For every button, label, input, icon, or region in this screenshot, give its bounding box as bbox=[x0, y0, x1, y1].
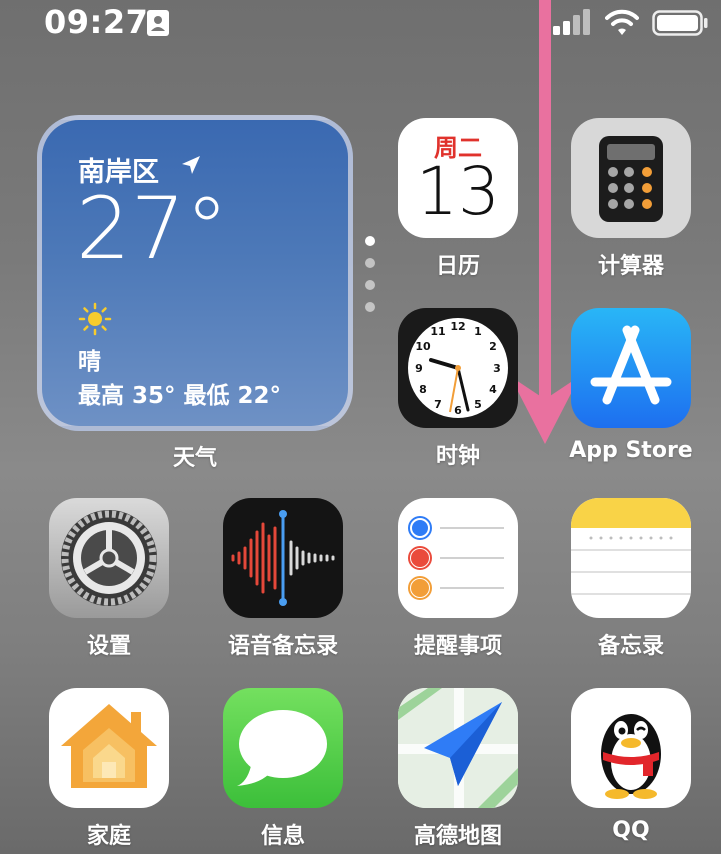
svg-text:8: 8 bbox=[419, 383, 427, 396]
settings-app-icon[interactable] bbox=[49, 498, 169, 618]
svg-text:5: 5 bbox=[474, 398, 482, 411]
amap-app-icon[interactable] bbox=[398, 688, 518, 808]
svg-text:10: 10 bbox=[415, 340, 431, 353]
status-bar: 09:27 bbox=[0, 0, 721, 50]
page-dot bbox=[365, 280, 375, 290]
voice-memos-app-icon[interactable] bbox=[223, 498, 343, 618]
battery-icon bbox=[652, 10, 708, 36]
home-app-label: 家庭 bbox=[86, 824, 131, 849]
sun-icon bbox=[78, 302, 112, 336]
waveform-icon bbox=[231, 510, 335, 606]
home-app-icon[interactable] bbox=[49, 688, 169, 808]
app-store-app-icon[interactable] bbox=[571, 308, 691, 428]
calendar-day: 13 bbox=[416, 153, 500, 230]
calculator-icon bbox=[599, 136, 663, 222]
messages-app-icon[interactable] bbox=[223, 688, 343, 808]
reminders-app-label: 提醒事项 bbox=[413, 634, 502, 659]
svg-text:12: 12 bbox=[450, 320, 465, 333]
status-time: 09:27 bbox=[44, 3, 149, 41]
calendar-app-label: 日历 bbox=[435, 254, 480, 279]
calculator-app-icon[interactable] bbox=[571, 118, 691, 238]
reminders-app-icon[interactable] bbox=[398, 498, 518, 618]
weather-temp-range: 最高 35° 最低 22° bbox=[78, 383, 282, 409]
wifi-icon bbox=[605, 9, 639, 35]
messages-app-label: 信息 bbox=[260, 824, 305, 849]
clock-face-icon: 12 12 345 678 91011 bbox=[408, 318, 508, 418]
svg-text:9: 9 bbox=[415, 362, 423, 375]
reminders-list-icon bbox=[408, 516, 504, 600]
svg-text:6: 6 bbox=[454, 404, 462, 417]
qq-app-icon[interactable] bbox=[571, 688, 691, 808]
page-dot-active bbox=[365, 236, 375, 246]
calculator-app-label: 计算器 bbox=[597, 254, 664, 279]
page-dot bbox=[365, 302, 375, 312]
app-store-app-label: App Store bbox=[569, 438, 693, 463]
house-icon bbox=[61, 704, 157, 788]
calendar-app-icon[interactable]: 周二 13 bbox=[398, 118, 518, 238]
svg-text:3: 3 bbox=[493, 362, 501, 375]
amap-app-label: 高德地图 bbox=[413, 824, 502, 849]
location-arrow-icon bbox=[182, 156, 200, 174]
weather-temperature: 27° bbox=[76, 179, 229, 279]
chat-bubble-icon bbox=[237, 710, 327, 786]
gear-icon bbox=[61, 510, 157, 606]
penguin-icon bbox=[601, 714, 661, 799]
clock-app-icon[interactable]: 12 1 2 345 678 9 10 11 bbox=[398, 308, 518, 428]
settings-app-label: 设置 bbox=[86, 634, 131, 659]
weather-condition: 晴 bbox=[78, 349, 101, 375]
annotation-arrow-icon bbox=[510, 0, 580, 444]
qq-app-label: QQ bbox=[612, 818, 650, 843]
svg-text:1: 1 bbox=[474, 325, 482, 338]
weather-label: 天气 bbox=[172, 446, 217, 471]
app-store-icon bbox=[590, 325, 672, 405]
svg-text:4: 4 bbox=[489, 383, 497, 396]
svg-text:7: 7 bbox=[434, 398, 442, 411]
svg-text:11: 11 bbox=[430, 325, 445, 338]
voice-memos-app-label: 语音备忘录 bbox=[227, 634, 338, 659]
contact-card-icon bbox=[147, 10, 169, 36]
paper-plane-navigation-icon bbox=[398, 688, 518, 808]
notes-icon bbox=[571, 498, 691, 595]
notes-app-icon[interactable] bbox=[571, 498, 691, 618]
svg-text:2: 2 bbox=[489, 340, 497, 353]
clock-app-label: 时钟 bbox=[435, 444, 480, 469]
notes-app-label: 备忘录 bbox=[597, 634, 664, 659]
weather-widget[interactable]: 南岸区 27° 晴 最高 35° 最低 22° bbox=[37, 115, 353, 431]
